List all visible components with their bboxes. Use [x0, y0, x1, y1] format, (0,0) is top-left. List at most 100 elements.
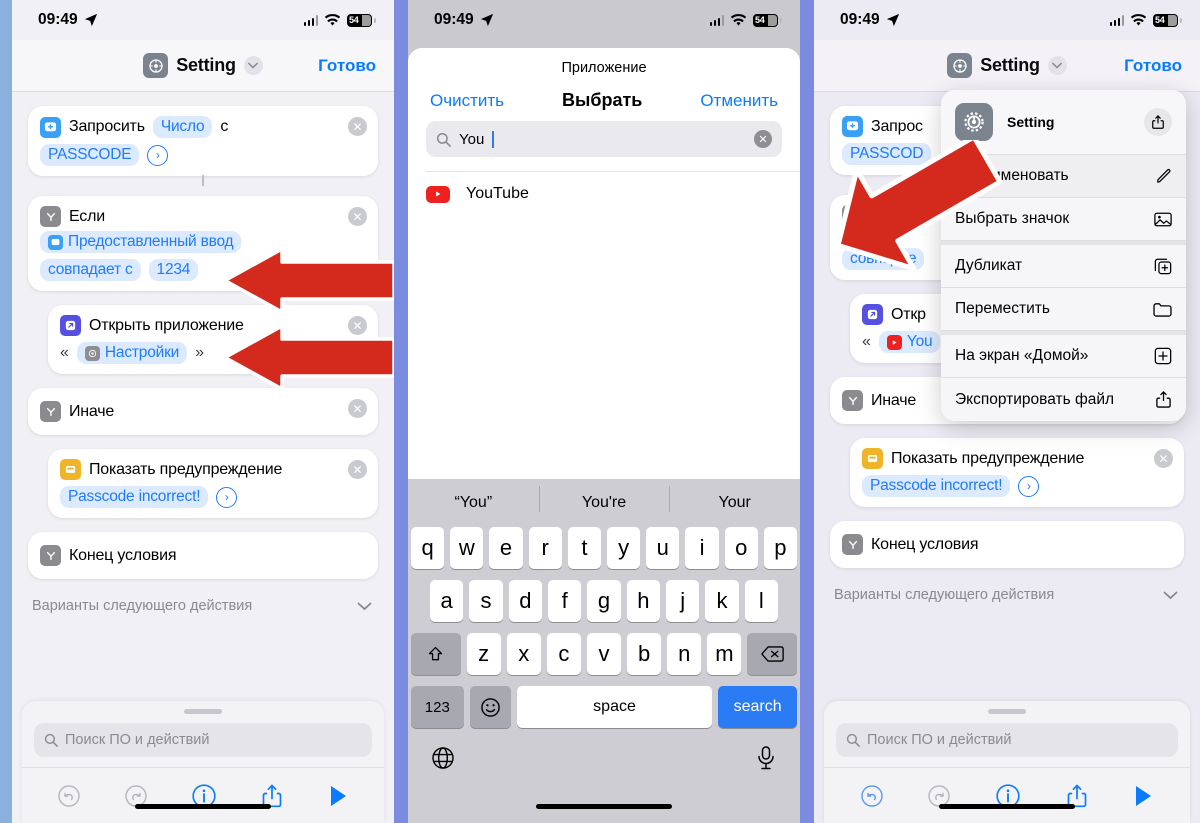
run-button[interactable] — [327, 784, 349, 808]
chevron-right-circle-icon[interactable]: › — [1018, 475, 1040, 497]
clear-circle-icon[interactable]: ✕ — [754, 130, 772, 148]
undo-button[interactable] — [860, 784, 884, 808]
numeric-key[interactable]: 123 — [411, 686, 464, 728]
key-o[interactable]: o — [724, 527, 758, 569]
key-h[interactable]: h — [626, 580, 660, 622]
key-n[interactable]: n — [667, 633, 702, 675]
key-f[interactable]: f — [548, 580, 582, 622]
key-w[interactable]: w — [450, 527, 484, 569]
token-operator[interactable]: совпадает с — [40, 259, 141, 281]
token-type[interactable]: Число — [152, 116, 213, 138]
done-button[interactable]: Готово — [318, 56, 376, 76]
search-input[interactable]: Поиск ПО и действий — [836, 723, 1178, 757]
chevron-down-icon[interactable] — [243, 56, 263, 75]
action-card-show-alert[interactable]: Показать предупреждение Passcode incorre… — [48, 449, 378, 518]
token-prompt[interactable]: PASSCOD — [842, 143, 932, 165]
undo-button[interactable] — [57, 784, 81, 808]
menu-item-add-to-home-screen[interactable]: На экран «Домой» — [941, 331, 1186, 378]
chevron-right-circle-icon[interactable]: › — [216, 486, 238, 508]
wifi-icon — [1130, 13, 1147, 26]
app-search-input[interactable]: You ✕ — [426, 121, 782, 157]
shift-icon[interactable] — [411, 633, 461, 675]
key-r[interactable]: r — [528, 527, 562, 569]
chevron-down-icon[interactable] — [357, 602, 372, 611]
key-m[interactable]: m — [707, 633, 742, 675]
token-value[interactable]: 1234 — [148, 259, 199, 281]
token-message[interactable]: Passcode incorrect! — [60, 486, 209, 508]
clear-button[interactable]: Очистить — [430, 91, 504, 111]
close-icon[interactable]: ✕ — [348, 316, 367, 335]
key-a[interactable]: a — [430, 580, 464, 622]
chevron-down-icon[interactable] — [1047, 56, 1067, 75]
action-card-if[interactable]: Если Предоставленный ввод совпадает с 12… — [28, 196, 378, 291]
key-k[interactable]: k — [705, 580, 739, 622]
key-p[interactable]: p — [763, 527, 798, 569]
token-input[interactable]: Предоставленный ввод — [40, 231, 242, 253]
key-l[interactable]: l — [744, 580, 778, 622]
menu-item-choose-icon[interactable]: Выбрать значок — [941, 198, 1186, 241]
key-q[interactable]: q — [410, 527, 445, 569]
space-key[interactable]: space — [516, 686, 713, 728]
menu-item-rename[interactable]: Переименовать — [941, 155, 1186, 198]
suggestion-0[interactable]: “You” — [408, 494, 539, 512]
key-g[interactable]: g — [587, 580, 621, 622]
token-message[interactable]: Passcode incorrect! — [862, 475, 1011, 497]
close-icon[interactable]: ✕ — [348, 207, 367, 226]
close-icon[interactable]: ✕ — [1154, 449, 1173, 468]
share-icon[interactable] — [1144, 108, 1172, 136]
key-b[interactable]: b — [627, 633, 662, 675]
key-e[interactable]: e — [489, 527, 523, 569]
key-i[interactable]: i — [685, 527, 719, 569]
action-card-otherwise[interactable]: Иначе ✕ — [28, 388, 378, 435]
shortcut-title-group[interactable]: Setting — [143, 53, 263, 78]
page-title: Setting — [980, 55, 1040, 75]
key-y[interactable]: y — [607, 527, 641, 569]
chevron-right-circle-icon[interactable]: › — [147, 144, 169, 166]
menu-item-move[interactable]: Переместить — [941, 288, 1186, 331]
token-app[interactable]: You — [878, 331, 941, 353]
token-app[interactable]: Настройки — [76, 342, 188, 364]
key-z[interactable]: z — [466, 633, 501, 675]
run-button[interactable] — [1132, 784, 1154, 808]
status-time: 09:49 — [840, 11, 880, 28]
sheet-grabber[interactable] — [988, 709, 1026, 714]
key-u[interactable]: u — [646, 527, 680, 569]
panel-shortcut-editor: 09:49 54 Setting Готово Запросить Число … — [12, 0, 394, 823]
search-key[interactable]: search — [718, 686, 798, 728]
close-icon[interactable]: ✕ — [348, 460, 367, 479]
globe-icon[interactable] — [430, 745, 456, 776]
action-card-open-app[interactable]: Открыть приложение « Настройки » ✕ — [48, 305, 378, 374]
next-action-options-3[interactable]: Варианты следующего действия — [814, 577, 1200, 603]
emoji-icon[interactable] — [469, 686, 511, 728]
key-j[interactable]: j — [665, 580, 700, 622]
action-card-ask-input[interactable]: Запросить Число с PASSCODE › ✕ — [28, 106, 378, 176]
action-card-end-if[interactable]: Конец условия — [28, 532, 378, 579]
token-prompt[interactable]: PASSCODE — [40, 144, 140, 166]
token-operator[interactable]: совпадае — [842, 248, 925, 270]
menu-item-export-file[interactable]: Экспортировать файл — [941, 378, 1186, 421]
microphone-icon[interactable] — [754, 745, 778, 776]
chevron-down-icon[interactable] — [1163, 591, 1178, 600]
shortcut-title-group[interactable]: Setting — [947, 53, 1067, 78]
done-button[interactable]: Готово — [1124, 56, 1182, 76]
key-c[interactable]: c — [546, 633, 581, 675]
action-card-end-if[interactable]: Конец условия — [830, 521, 1184, 568]
close-icon[interactable]: ✕ — [348, 117, 367, 136]
menu-item-duplicate[interactable]: Дубликат — [941, 241, 1186, 288]
sheet-grabber[interactable] — [184, 709, 222, 714]
key-s[interactable]: s — [469, 580, 503, 622]
key-v[interactable]: v — [586, 633, 622, 675]
action-card-show-alert[interactable]: Показать предупреждение Passcode incorre… — [850, 438, 1184, 507]
backspace-icon[interactable] — [747, 633, 797, 675]
close-icon[interactable]: ✕ — [348, 399, 367, 418]
next-action-options-1[interactable]: Варианты следующего действия — [12, 588, 394, 614]
cancel-button[interactable]: Отменить — [700, 91, 778, 111]
key-x[interactable]: x — [506, 633, 541, 675]
suggestion-2[interactable]: Your — [669, 486, 800, 512]
next-action-options-label: Варианты следующего действия — [834, 587, 1055, 603]
search-input[interactable]: Поиск ПО и действий — [34, 723, 372, 757]
list-item[interactable]: YouTube — [426, 172, 800, 216]
key-d[interactable]: d — [508, 580, 542, 622]
key-t[interactable]: t — [567, 527, 601, 569]
suggestion-1[interactable]: You're — [538, 486, 670, 512]
